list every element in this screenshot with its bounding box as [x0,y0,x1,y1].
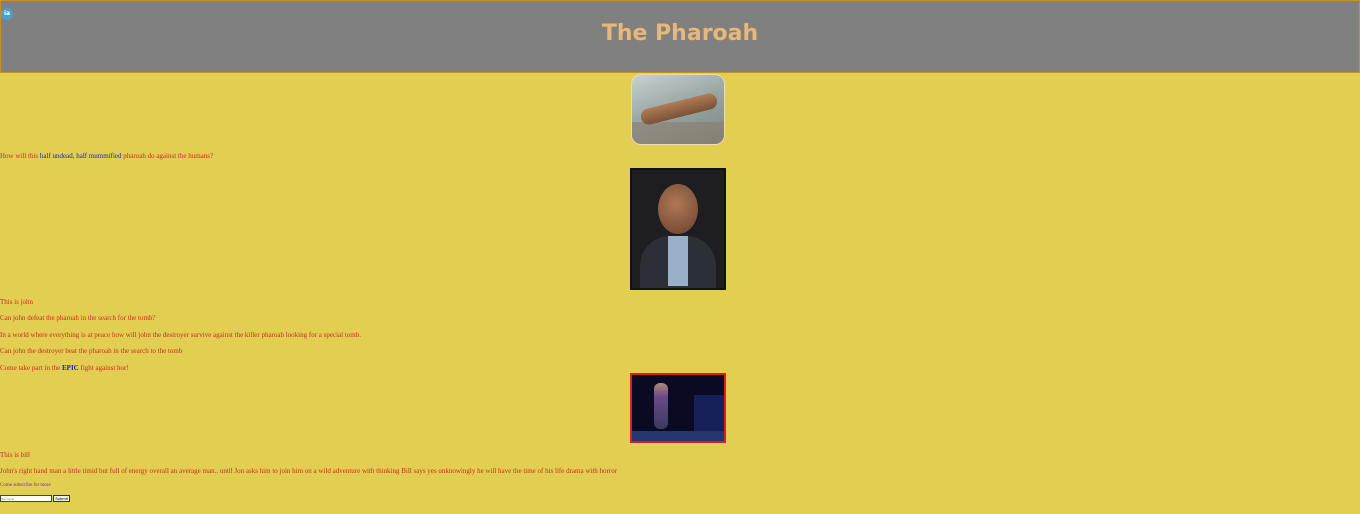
question-1: Can john defeat the pharoah in the searc… [0,314,156,322]
submit-button[interactable]: Submit [53,495,70,502]
bill-stage-image [630,373,726,443]
first-name-input[interactable] [0,495,52,502]
page-title: The Pharoah [601,21,759,46]
bill-caption: This is bill [0,451,30,459]
john-portrait-image [630,168,726,290]
question-3: Can john the destroyer beat the pharoah … [0,347,183,355]
site-logo-icon[interactable]: ia [1,8,13,20]
call-to-action: Come take part in the EPIC fight against… [0,364,129,372]
mummy-image [631,74,725,145]
page-header: ia The Pharoah [0,0,1360,73]
john-caption: This is john [0,298,34,306]
subscribe-label: Come subscribe for more [0,483,51,488]
intro-question: How will this half undead, half mummifie… [0,152,214,160]
bill-description: John's right hand man a little timid but… [0,467,618,475]
question-2: In a world where everything is at peace … [0,331,361,339]
